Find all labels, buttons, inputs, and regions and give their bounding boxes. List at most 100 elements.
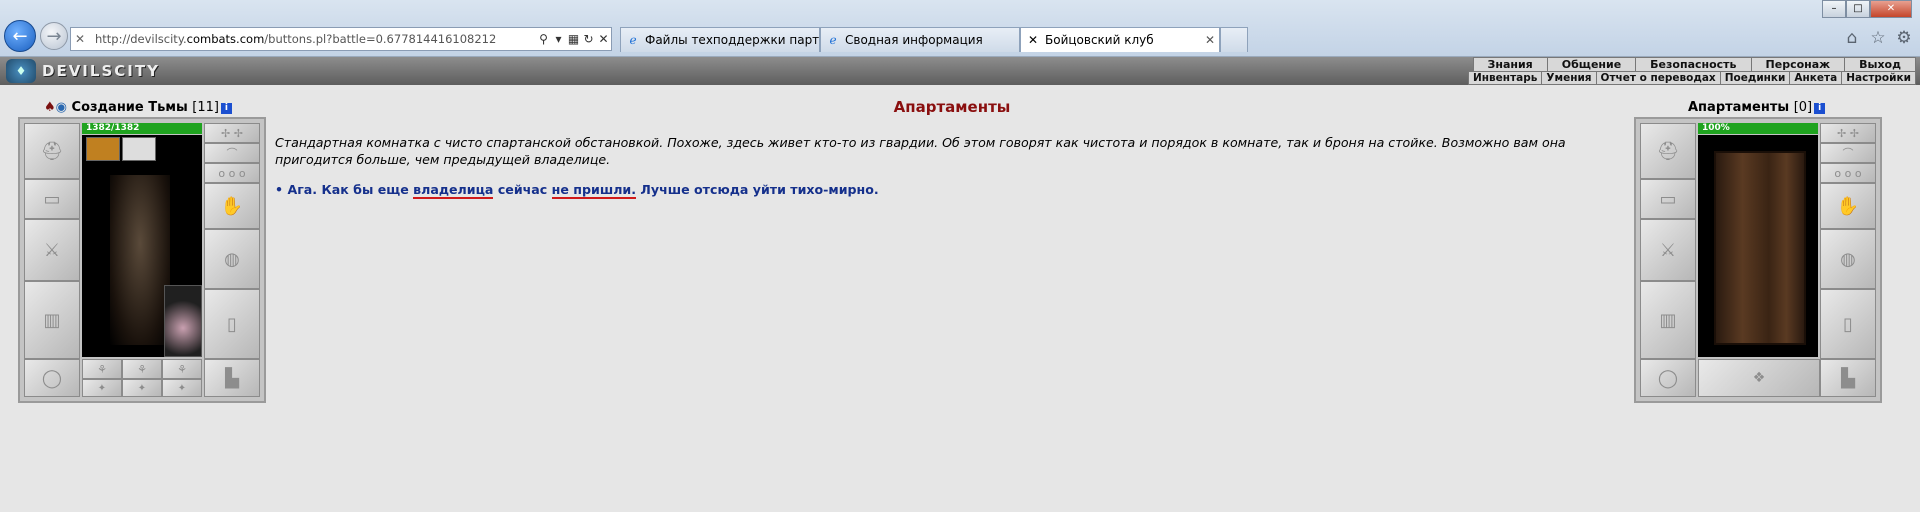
rings-row-icon[interactable]: o o o xyxy=(204,163,260,183)
address-bar[interactable]: ✕ http://devilscity.combats.com/buttons.… xyxy=(70,27,612,51)
room-action-link[interactable]: • Ага. Как бы еще владелица сейчас не пр… xyxy=(275,182,879,199)
leggings-slot-icon[interactable]: ▯ xyxy=(1820,289,1876,359)
arrow-right-icon: → xyxy=(46,25,62,47)
menu-exit[interactable]: Выход xyxy=(1845,58,1915,71)
menu-settings[interactable]: Настройки xyxy=(1842,72,1915,84)
home-icon[interactable]: ⌂ xyxy=(1842,28,1862,48)
close-window-icon[interactable]: ✕ xyxy=(1870,0,1912,18)
close-tab-icon[interactable]: ✕ xyxy=(1201,33,1219,47)
player-equipment-panel: ⛑ ▭ ⚔ ▥ ◯ 1382/1382 ⚘ ⚘ ⚘ ✦ ✦ ✦ ✢ ✢ ⌒ o … xyxy=(18,117,266,403)
action-text: Ага. Как бы еще xyxy=(287,182,414,197)
tab-label: Сводная информация xyxy=(845,33,983,47)
room-description: Стандартная комнатка с чисто спартанской… xyxy=(275,135,1566,167)
armor-slot-icon[interactable]: ▥ xyxy=(1640,281,1696,359)
menu-communication[interactable]: Общение xyxy=(1548,58,1637,71)
object-avatar[interactable] xyxy=(1698,135,1818,357)
shield-slot-icon[interactable]: ◍ xyxy=(204,229,260,289)
menu-skills[interactable]: Умения xyxy=(1542,72,1597,84)
new-tab-button[interactable] xyxy=(1220,27,1248,52)
gloves-slot-icon[interactable]: ✋ xyxy=(1820,183,1876,229)
spell-slot-icon[interactable]: ✦ xyxy=(82,379,122,397)
object-equipment-panel: ⛑ ▭ ⚔ ▥ ◯ 100% ❖ ✢ ✢ ⌒ o o o ✋ ◍ ▯ ▙ xyxy=(1634,117,1882,403)
ring-slot-icon[interactable]: ⚘ xyxy=(162,359,202,379)
weapon-slot-icon[interactable]: ⚔ xyxy=(24,219,80,281)
info-icon[interactable]: i xyxy=(1814,103,1826,114)
menu-character[interactable]: Персонаж xyxy=(1752,58,1846,71)
minimize-icon[interactable]: – xyxy=(1822,0,1846,18)
address-url[interactable]: http://devilscity.combats.com/buttons.pl… xyxy=(95,32,536,46)
site-favicon-icon: ✕ xyxy=(1027,33,1039,47)
scroll-icon[interactable] xyxy=(122,137,156,161)
back-button[interactable]: ← xyxy=(4,20,36,52)
refresh-icon[interactable]: ↻ xyxy=(581,32,596,46)
maximize-icon[interactable]: □ xyxy=(1846,0,1870,18)
main-menu: Знания Общение Безопасность Персонаж Вых… xyxy=(1472,57,1916,72)
warrior-figure-icon xyxy=(110,175,170,345)
object-level: [0] xyxy=(1793,100,1813,115)
boots-slot-icon[interactable]: ▙ xyxy=(1820,359,1876,397)
leggings-slot-icon[interactable]: ▯ xyxy=(204,289,260,359)
object-hp-bar: 100% xyxy=(1698,123,1818,134)
gloves-slot-icon[interactable]: ✋ xyxy=(204,183,260,229)
action-text: Лучше отсюда уйти тихо-мирно. xyxy=(636,182,879,197)
search-icon[interactable]: ⚲ xyxy=(536,32,551,46)
earrings-slot-icon[interactable]: ✢ ✢ xyxy=(1820,123,1876,143)
menu-knowledge[interactable]: Знания xyxy=(1474,58,1548,71)
tab-label: Бойцовский клуб xyxy=(1045,33,1154,47)
object-hp-text: 100% xyxy=(1702,123,1730,133)
door-icon xyxy=(1714,151,1806,345)
shield-slot-icon[interactable]: ◍ xyxy=(1820,229,1876,289)
menu-security[interactable]: Безопасность xyxy=(1636,58,1752,71)
action-text-underlined: владелица xyxy=(413,182,494,199)
amulet-slot-icon[interactable]: ⌒ xyxy=(1820,143,1876,163)
menu-transfers-report[interactable]: Отчет о переводах xyxy=(1597,72,1721,84)
pet-creature-icon[interactable] xyxy=(164,285,202,357)
helmet-slot-icon[interactable]: ⛑ xyxy=(1640,123,1696,179)
player-hp-bar: 1382/1382 xyxy=(82,123,202,134)
ie-page-icon: ℯ xyxy=(629,33,637,47)
armor-slot-icon[interactable]: ▥ xyxy=(24,281,80,359)
dropdown-icon[interactable]: ▾ xyxy=(551,32,566,46)
tab-support-files[interactable]: ℯ Файлы техподдержки партне... xyxy=(620,27,820,52)
effect-icon[interactable] xyxy=(86,137,120,161)
stop-icon[interactable]: ✕ xyxy=(596,32,611,46)
logo-emblem-icon: ♦ xyxy=(6,59,36,83)
bracer-slot-icon[interactable]: ▭ xyxy=(1640,179,1696,219)
arrow-left-icon: ← xyxy=(12,25,28,47)
spell-slot-icon[interactable]: ✦ xyxy=(162,379,202,397)
action-text-underlined: не пришли. xyxy=(551,182,637,199)
ring-slot-icon[interactable]: ⚘ xyxy=(122,359,162,379)
helmet-slot-icon[interactable]: ⛑ xyxy=(24,123,80,179)
spell-slot-icon[interactable]: ✦ xyxy=(122,379,162,397)
compat-view-icon[interactable]: ▦ xyxy=(566,32,581,46)
object-title: Апартаменты [0] i xyxy=(1688,100,1826,115)
belt-slot-icon[interactable]: ◯ xyxy=(24,359,80,397)
object-name[interactable]: Апартаменты xyxy=(1688,100,1789,115)
weapon-slot-icon[interactable]: ⚔ xyxy=(1640,219,1696,281)
player-avatar[interactable] xyxy=(82,135,202,357)
bracer-slot-icon[interactable]: ▭ xyxy=(24,179,80,219)
menu-fights[interactable]: Поединки xyxy=(1721,72,1791,84)
gear-icon[interactable]: ⚙ xyxy=(1894,28,1914,48)
belt-slot-icon[interactable]: ◯ xyxy=(1640,359,1696,397)
boots-slot-icon[interactable]: ▙ xyxy=(204,359,260,397)
favorites-star-icon[interactable]: ☆ xyxy=(1868,28,1888,48)
forward-button[interactable]: → xyxy=(40,22,68,50)
menu-profile[interactable]: Анкета xyxy=(1790,72,1843,84)
menu-inventory[interactable]: Инвентарь xyxy=(1469,72,1543,84)
earrings-slot-icon[interactable]: ✢ ✢ xyxy=(204,123,260,143)
site-favicon-icon: ✕ xyxy=(75,32,86,46)
browser-toolbar: – □ ✕ ← → ✕ http://devilscity.combats.co… xyxy=(0,0,1920,57)
bullet: • xyxy=(275,182,284,197)
player-hp-text: 1382/1382 xyxy=(86,123,140,133)
game-logo: ♦ DEVILSCITY xyxy=(6,59,160,83)
ring-slot-icon[interactable]: ⚘ xyxy=(82,359,122,379)
tab-summary[interactable]: ℯ Сводная информация xyxy=(820,27,1020,52)
action-text: сейчас xyxy=(493,182,552,197)
ornament-slot-icon: ❖ xyxy=(1698,359,1820,397)
tab-fight-club[interactable]: ✕ Бойцовский клуб ✕ xyxy=(1020,27,1220,52)
sub-menu: Инвентарь Умения Отчет о переводах Поеди… xyxy=(1468,71,1916,85)
logo-text: DEVILSCITY xyxy=(42,62,160,80)
amulet-slot-icon[interactable]: ⌒ xyxy=(204,143,260,163)
rings-row-icon[interactable]: o o o xyxy=(1820,163,1876,183)
